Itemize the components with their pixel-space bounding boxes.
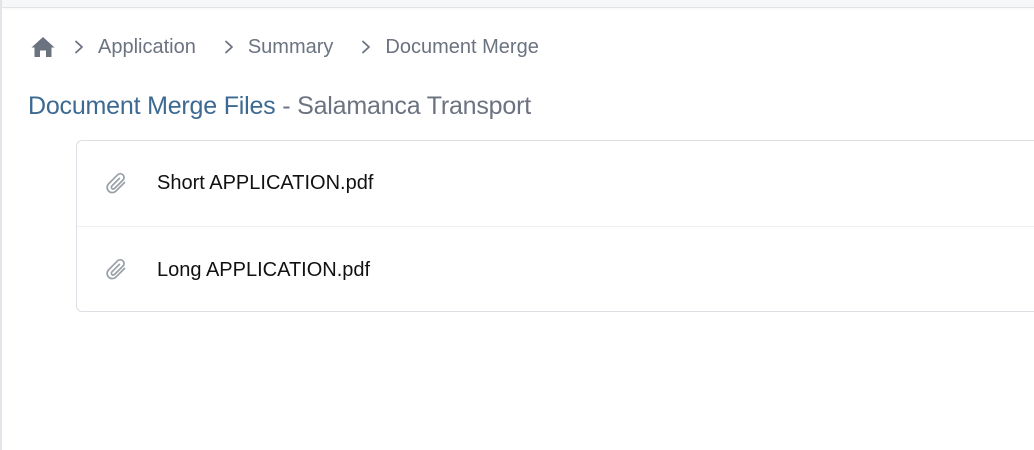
page-frame: Application Summary Document Merge Docum… (0, 0, 1034, 450)
chevron-right-icon (222, 37, 236, 57)
file-list: Short APPLICATION.pdf Long APPLICATION.p… (76, 140, 1034, 312)
page-title: Document Merge Files - Salamanca Transpo… (28, 92, 531, 121)
paperclip-icon (104, 171, 130, 197)
top-bar (2, 0, 1034, 8)
file-item-long-application[interactable]: Long APPLICATION.pdf (77, 227, 1034, 313)
chevron-right-icon (359, 37, 373, 57)
breadcrumb: Application Summary Document Merge (30, 33, 539, 61)
page-title-separator: - (282, 92, 291, 120)
breadcrumb-summary[interactable]: Summary (248, 36, 334, 59)
file-name[interactable]: Long APPLICATION.pdf (157, 259, 370, 282)
breadcrumb-application[interactable]: Application (98, 36, 196, 59)
page-title-main: Document Merge Files (28, 92, 276, 120)
chevron-right-icon (72, 37, 86, 57)
breadcrumb-document-merge[interactable]: Document Merge (385, 36, 538, 59)
page-title-subtitle: Salamanca Transport (297, 92, 531, 120)
file-item-short-application[interactable]: Short APPLICATION.pdf (77, 141, 1034, 227)
file-name[interactable]: Short APPLICATION.pdf (157, 172, 373, 195)
paperclip-icon (104, 257, 130, 283)
home-icon[interactable] (30, 34, 56, 60)
